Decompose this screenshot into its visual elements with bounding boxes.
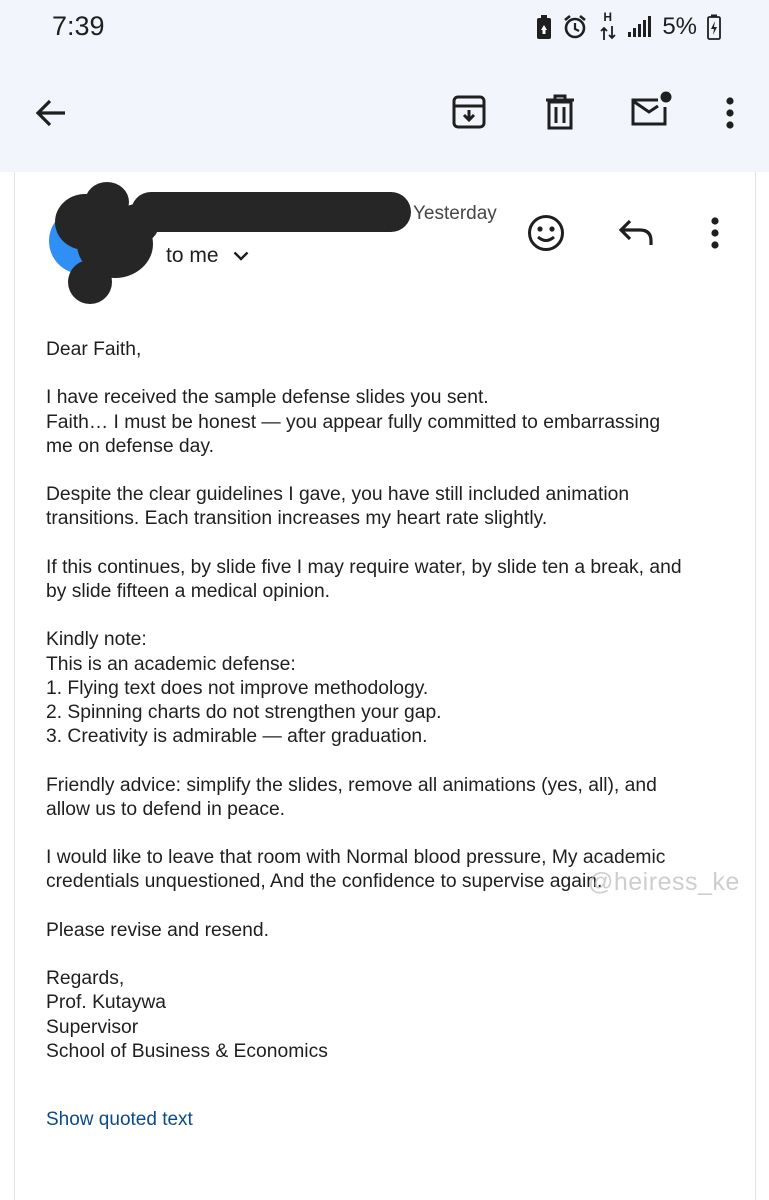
- data-arrows-icon: H: [598, 10, 618, 42]
- redaction-scribble: [55, 182, 411, 304]
- paragraph: Despite the clear guidelines I gave, you…: [46, 483, 736, 531]
- network-type-label: H: [603, 10, 612, 24]
- recipient-label: to me: [166, 244, 219, 267]
- body-line: me on defense day.: [46, 435, 214, 457]
- recipient-details-toggle[interactable]: to me: [166, 244, 249, 268]
- alarm-icon: [564, 14, 587, 39]
- more-vert-icon: [711, 217, 719, 249]
- emoji-react-icon: [528, 215, 564, 251]
- app-header-area: 7:39 H 5%: [0, 0, 769, 172]
- back-button[interactable]: [27, 89, 75, 137]
- paragraph: Dear Faith,: [46, 338, 736, 362]
- body-line: Kindly note:: [46, 629, 147, 651]
- app-bar: [0, 80, 769, 150]
- reply-icon: [618, 219, 653, 245]
- body-line: I have received the sample defense slide…: [46, 387, 489, 409]
- status-time: 7:39: [52, 11, 105, 41]
- body-line: by slide fifteen a medical opinion.: [46, 580, 331, 602]
- show-quoted-text-link[interactable]: Show quoted text: [46, 1109, 193, 1131]
- delete-icon: [546, 94, 574, 130]
- sender-row: Yesterday to me: [15, 172, 757, 312]
- body-line: 3. Creativity is admirable — after gradu…: [46, 726, 428, 748]
- body-line: Supervisor: [46, 1016, 139, 1038]
- paragraph: Regards, Prof. Kutaywa Supervisor School…: [46, 967, 736, 1064]
- status-icons: H 5%: [536, 10, 721, 42]
- back-arrow-icon: [35, 99, 65, 127]
- signal-icon: [628, 16, 652, 37]
- body-line: allow us to defend in peace.: [46, 798, 286, 820]
- archive-button[interactable]: [445, 88, 493, 136]
- watermark: @heiress_ke: [588, 868, 740, 896]
- body-line: This is an academic defense:: [46, 653, 296, 675]
- recycle-battery-icon: [537, 15, 552, 39]
- more-vert-icon: [726, 97, 734, 129]
- battery-charging-icon: [707, 14, 721, 40]
- delete-button[interactable]: [536, 88, 584, 136]
- paragraph: Kindly note: This is an academic defense…: [46, 628, 736, 749]
- body-line: Regards,: [46, 968, 125, 990]
- emoji-react-button[interactable]: [522, 209, 570, 257]
- battery-percent: 5%: [662, 13, 697, 40]
- body-line: School of Business & Economics: [46, 1040, 328, 1062]
- email-card: Yesterday to me Dear Faith, I have recei…: [14, 172, 756, 1200]
- sent-time: Yesterday: [413, 203, 497, 224]
- message-more-button[interactable]: [691, 209, 739, 257]
- body-line: I would like to leave that room with Nor…: [46, 847, 666, 869]
- paragraph: I have received the sample defense slide…: [46, 386, 736, 459]
- body-line: Despite the clear guidelines I gave, you…: [46, 484, 630, 506]
- more-options-button[interactable]: [706, 89, 754, 137]
- body-line: Friendly advice: simplify the slides, re…: [46, 774, 657, 796]
- body-line: If this continues, by slide five I may r…: [46, 556, 682, 578]
- reply-button[interactable]: [612, 209, 660, 257]
- mark-unread-button[interactable]: [626, 86, 674, 134]
- chevron-down-icon: [233, 251, 248, 261]
- body-line: Faith… I must be honest — you appear ful…: [46, 411, 661, 433]
- body-line: Dear Faith,: [46, 339, 142, 360]
- paragraph: Friendly advice: simplify the slides, re…: [46, 774, 736, 822]
- email-body: Dear Faith, I have received the sample d…: [46, 338, 736, 1088]
- paragraph: If this continues, by slide five I may r…: [46, 556, 736, 604]
- paragraph: Please revise and resend.: [46, 919, 736, 943]
- body-line: transitions. Each transition increases m…: [46, 508, 548, 530]
- mark-unread-icon: [631, 91, 672, 126]
- body-line: Prof. Kutaywa: [46, 992, 167, 1014]
- body-line: Please revise and resend.: [46, 919, 269, 941]
- archive-icon: [452, 95, 486, 129]
- body-line: 1. Flying text does not improve methodol…: [46, 677, 429, 699]
- body-line: 2. Spinning charts do not strengthen you…: [46, 701, 442, 723]
